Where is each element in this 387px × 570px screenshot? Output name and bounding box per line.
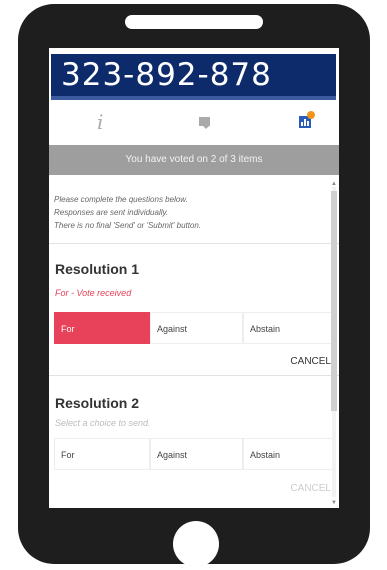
cancel-vote-button: CANCEL xyxy=(290,483,331,494)
vote-option-against[interactable]: Against xyxy=(150,312,243,344)
instructions: Please complete the questions below. Res… xyxy=(54,193,201,232)
meeting-code-header: 323-892-878 xyxy=(51,54,336,100)
vote-options: For Against Abstain xyxy=(54,438,336,470)
voting-content: Please complete the questions below. Res… xyxy=(49,175,339,508)
home-button[interactable] xyxy=(173,521,219,567)
phone-speaker xyxy=(125,15,263,29)
instruction-line: Please complete the questions below. xyxy=(54,195,188,204)
vote-option-abstain[interactable]: Abstain xyxy=(243,312,336,344)
tab-messages[interactable] xyxy=(155,104,251,142)
vote-progress-banner: You have voted on 2 of 3 items xyxy=(49,145,339,175)
info-icon: i xyxy=(97,110,104,134)
app-screen: 323-892-878 i You have voted on 2 of 3 i… xyxy=(49,48,339,508)
resolution-status: For - Vote received xyxy=(55,288,132,298)
tab-voting[interactable] xyxy=(243,104,339,142)
vote-option-abstain[interactable]: Abstain xyxy=(243,438,336,470)
scroll-thumb[interactable] xyxy=(331,191,337,411)
instruction-line: There is no final 'Send' or 'Submit' but… xyxy=(54,221,202,230)
tab-info[interactable]: i xyxy=(59,104,155,142)
notification-dot-icon xyxy=(307,111,315,119)
divider xyxy=(49,375,339,376)
instruction-line: Responses are sent individually. xyxy=(54,208,169,217)
resolution-title: Resolution 2 xyxy=(55,395,140,411)
resolution-status: Select a choice to send. xyxy=(55,418,151,428)
vote-option-against[interactable]: Against xyxy=(150,438,243,470)
vote-option-for[interactable]: For xyxy=(54,312,150,344)
divider xyxy=(49,243,339,244)
resolution-title: Resolution 1 xyxy=(55,261,140,277)
scrollbar[interactable]: ▲ ▼ xyxy=(329,181,339,506)
cancel-vote-button[interactable]: CANCEL xyxy=(290,356,331,367)
meeting-code: 323-892-878 xyxy=(61,57,272,93)
vote-option-for[interactable]: For xyxy=(54,438,150,470)
tab-bar: i xyxy=(49,104,339,142)
vote-options: For Against Abstain xyxy=(54,312,336,344)
scroll-down-icon[interactable]: ▼ xyxy=(331,500,337,506)
phone-frame: 323-892-878 i You have voted on 2 of 3 i… xyxy=(18,4,370,567)
